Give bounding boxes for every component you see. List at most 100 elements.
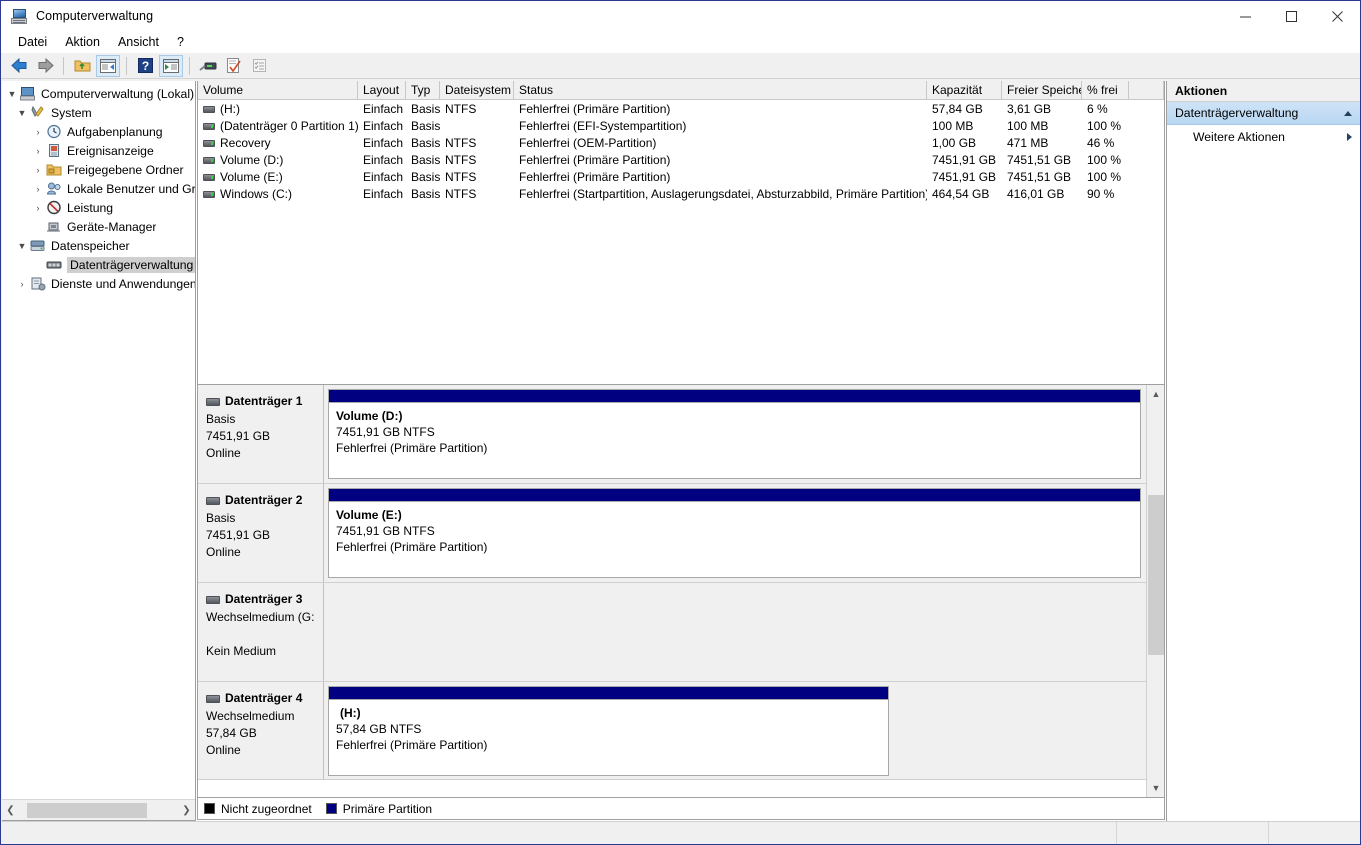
table-row[interactable]: (Datenträger 0 Partition 1) Einfach Basi…: [198, 117, 1164, 134]
tree-item-computer-management[interactable]: ▼ Computerverwaltung (Lokal): [2, 84, 195, 103]
expander-icon[interactable]: ▼: [4, 84, 20, 103]
cell-volume: (H:): [198, 100, 358, 117]
scroll-thumb[interactable]: [1148, 495, 1164, 655]
scroll-right-icon[interactable]: ❯: [178, 801, 195, 820]
volume-icon-green: [203, 156, 215, 164]
computer-management-icon: [11, 8, 28, 25]
cell-capacity: 1,00 GB: [932, 136, 977, 150]
tree-item-performance[interactable]: › Leistung: [2, 198, 195, 217]
column-header-filesystem[interactable]: Dateisystem: [440, 81, 514, 100]
properties-icon[interactable]: [222, 55, 246, 77]
scroll-up-icon[interactable]: ▲: [1147, 385, 1164, 403]
legend-item-primary-partition: Primäre Partition: [325, 802, 432, 816]
tree-item-system[interactable]: ▼ System: [2, 103, 195, 122]
cell-volume-label: Windows (C:): [220, 187, 293, 201]
cell-capacity: 464,54 GB: [932, 187, 990, 201]
legend-label: Nicht zugeordnet: [221, 801, 312, 816]
cell-capacity: 7451,91 GB: [932, 170, 997, 184]
show-action-pane-icon[interactable]: [159, 54, 183, 77]
table-row[interactable]: Volume (D:) Einfach Basis NTFS Fehlerfre…: [198, 151, 1164, 168]
cell-layout: Einfach: [363, 136, 404, 150]
list-view-icon[interactable]: [248, 55, 272, 77]
chevron-up-icon[interactable]: [1344, 110, 1352, 116]
partition-block[interactable]: Volume (D:) 7451,91 GB NTFS Fehlerfrei (…: [328, 389, 1141, 479]
show-hide-console-tree-icon[interactable]: [96, 54, 120, 77]
scroll-thumb[interactable]: [27, 802, 147, 818]
performance-icon: [46, 200, 63, 216]
cell-status: Fehlerfrei (Primäre Partition): [519, 170, 671, 184]
expander-icon[interactable]: ▼: [14, 103, 30, 122]
expander-icon[interactable]: ▼: [14, 236, 30, 255]
column-header-status[interactable]: Status: [514, 81, 927, 100]
expander-icon[interactable]: [30, 255, 46, 274]
table-row[interactable]: Volume (E:) Einfach Basis NTFS Fehlerfre…: [198, 168, 1164, 185]
column-header-capacity[interactable]: Kapazität: [927, 81, 1002, 100]
disk-pane-vertical-scrollbar[interactable]: ▲ ▼: [1146, 385, 1164, 797]
minimize-button[interactable]: [1222, 1, 1268, 31]
column-header-pct-free[interactable]: % frei: [1082, 81, 1129, 100]
expander-icon[interactable]: ›: [30, 179, 46, 198]
disk-name: Datenträger 2: [225, 493, 303, 507]
tree-item-shared-folders[interactable]: › Freigegebene Ordner: [2, 160, 195, 179]
expander-icon[interactable]: ›: [30, 198, 46, 217]
help-icon[interactable]: ?: [133, 55, 157, 77]
menu-datei[interactable]: Datei: [9, 33, 56, 51]
expander-icon[interactable]: ›: [30, 160, 46, 179]
back-icon[interactable]: [7, 55, 31, 77]
expander-icon[interactable]: [30, 217, 46, 236]
table-row[interactable]: Recovery Einfach Basis NTFS Fehlerfrei (…: [198, 134, 1164, 151]
action-label: Weitere Aktionen: [1193, 129, 1285, 144]
table-row[interactable]: Windows (C:) Einfach Basis NTFS Fehlerfr…: [198, 185, 1164, 202]
column-header-free[interactable]: Freier Speicher: [1002, 81, 1082, 100]
column-header-type[interactable]: Typ: [406, 81, 440, 100]
expander-icon[interactable]: ›: [14, 274, 30, 293]
volume-list-header: Volume Layout Typ Dateisystem Status Kap…: [198, 81, 1164, 100]
partition-size-fs: 7451,91 GB NTFS: [336, 425, 435, 439]
scroll-track[interactable]: [19, 801, 178, 820]
disk-type: Basis: [206, 511, 236, 525]
actions-group-disk-management[interactable]: Datenträgerverwaltung: [1167, 102, 1360, 125]
forward-icon[interactable]: [33, 55, 57, 77]
scroll-left-icon[interactable]: ❮: [2, 801, 19, 820]
expander-icon[interactable]: ›: [30, 122, 46, 141]
tree-item-task-scheduler[interactable]: › Aufgabenplanung: [2, 122, 195, 141]
cell-status: Fehlerfrei (Startpartition, Auslagerungs…: [519, 187, 927, 201]
disk-type: Basis: [206, 412, 236, 426]
tree-item-storage[interactable]: ▼ Datenspeicher: [2, 236, 195, 255]
close-button[interactable]: [1314, 1, 1360, 31]
disk-row[interactable]: Datenträger 3 Wechselmedium (G: Kein Med…: [198, 583, 1146, 682]
tree-horizontal-scrollbar[interactable]: ❮ ❯: [2, 799, 195, 820]
tree-item-device-manager[interactable]: Geräte-Manager: [2, 217, 195, 236]
disk-row[interactable]: Datenträger 1 Basis 7451,91 GB Online Vo…: [198, 385, 1146, 484]
expander-icon[interactable]: ›: [30, 141, 46, 160]
action-more-actions[interactable]: Weitere Aktionen: [1167, 125, 1360, 148]
maximize-button[interactable]: [1268, 1, 1314, 31]
disk-type: Wechselmedium: [206, 709, 295, 723]
up-folder-icon[interactable]: [70, 55, 94, 77]
toolbar: ?: [1, 53, 1360, 79]
tree-item-local-users-groups[interactable]: › Lokale Benutzer und Gr: [2, 179, 196, 198]
menu-help[interactable]: ?: [168, 33, 193, 51]
cell-free: 416,01 GB: [1007, 187, 1065, 201]
tree-item-services-applications[interactable]: › Dienste und Anwendungen: [2, 274, 196, 293]
disk-row[interactable]: Datenträger 2 Basis 7451,91 GB Online Vo…: [198, 484, 1146, 583]
refresh-icon[interactable]: [196, 55, 220, 77]
partition-text: Volume (E:) 7451,91 GB NTFS Fehlerfrei (…: [329, 502, 1140, 555]
column-header-volume[interactable]: Volume: [198, 81, 358, 100]
column-header-layout[interactable]: Layout: [358, 81, 406, 100]
chevron-right-icon[interactable]: [1347, 132, 1352, 141]
disk-title: Datenträger 4: [206, 690, 317, 707]
tree-item-event-viewer[interactable]: › Ereignisanzeige: [2, 141, 195, 160]
partition-block[interactable]: (H:) 57,84 GB NTFS Fehlerfrei (Primäre P…: [328, 686, 889, 776]
scroll-down-icon[interactable]: ▼: [1147, 779, 1164, 797]
tree-item-disk-management[interactable]: Datenträgerverwaltung: [2, 255, 195, 274]
disk-row[interactable]: Datenträger 4 Wechselmedium 57,84 GB Onl…: [198, 682, 1146, 780]
menu-ansicht[interactable]: Ansicht: [109, 33, 168, 51]
tree-item-label: Dienste und Anwendungen: [51, 276, 195, 291]
window-title: Computerverwaltung: [36, 9, 154, 23]
status-bar: [2, 821, 1360, 844]
menu-aktion[interactable]: Aktion: [56, 33, 109, 51]
cell-type: Basis: [411, 102, 440, 116]
table-row[interactable]: (H:) Einfach Basis NTFS Fehlerfrei (Prim…: [198, 100, 1164, 117]
partition-block[interactable]: Volume (E:) 7451,91 GB NTFS Fehlerfrei (…: [328, 488, 1141, 578]
